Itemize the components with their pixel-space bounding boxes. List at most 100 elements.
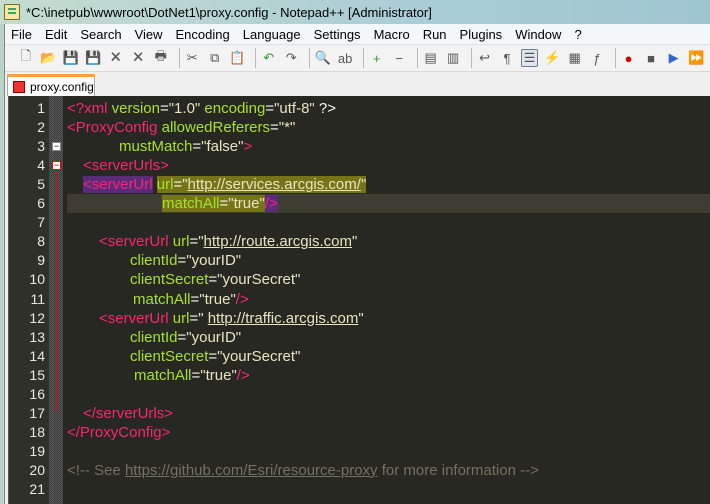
print-icon[interactable]: 🖶 <box>152 48 170 67</box>
tag-token: </serverUrls> <box>83 404 174 422</box>
fold-collapse-icon[interactable]: − <box>52 142 61 152</box>
show-all-chars-icon[interactable]: ¶ <box>498 49 516 67</box>
code-line: <serverUrls> <box>67 156 710 175</box>
attr-token: clientId <box>130 252 178 270</box>
line-number: 19 <box>29 442 45 459</box>
cut-icon[interactable]: ✂ <box>183 49 201 67</box>
tag-token: /> <box>264 195 278 213</box>
new-icon[interactable]: 🗋 <box>17 48 35 67</box>
menu-edit[interactable]: Edit <box>45 27 67 42</box>
line-number: 15 <box>29 366 45 383</box>
code-line: <serverUrl url="http://services.arcgis.c… <box>67 175 710 194</box>
doc-map-icon[interactable]: ▦ <box>566 49 584 67</box>
tab-proxy-config[interactable]: proxy.config <box>7 74 95 96</box>
zoom-out-icon[interactable]: − <box>390 49 408 67</box>
code-line: <serverUrl url="http://route.arcgis.com" <box>67 232 710 251</box>
menu-file[interactable]: File <box>11 27 32 42</box>
punct-token: = <box>190 290 200 308</box>
menu-search[interactable]: Search <box>80 27 121 42</box>
sync-vertical-icon[interactable]: ▤ <box>422 49 440 67</box>
fold-collapse-icon[interactable]: − <box>52 161 61 171</box>
code-line: <?xml version="1.0" encoding="utf-8" ?> <box>67 99 710 118</box>
stop-record-icon[interactable]: ■ <box>642 49 660 67</box>
attr-token: url <box>168 233 190 251</box>
record-macro-icon[interactable]: ● <box>620 49 638 67</box>
line-number: 4 <box>37 157 45 174</box>
toolbar: 🗋 📂 💾 💾 🗙 🗙 🖶 ✂ ⧉ 📋 ↶ ↷ 🔍 ab + − ▤ ▥ ↩ ¶ ☰ ⚡ ▦ ƒ ● ■ ▶ ⏩ <box>5 45 710 72</box>
save-all-icon[interactable]: 💾 <box>85 49 103 67</box>
punct-token: = <box>219 195 229 213</box>
title-bar: *C:\inetpub\wwwroot\DotNet1\proxy.config… <box>0 0 710 24</box>
play-macro-icon[interactable]: ▶ <box>665 49 683 67</box>
line-number-gutter: 1 2 3 4 5 6 7 8 9 10 11 12 13 14 15 16 17 18 19 20 21 <box>9 96 49 504</box>
find-icon[interactable]: 🔍 <box>314 49 332 67</box>
open-icon[interactable]: 📂 <box>40 49 58 67</box>
notepad-app-icon[interactable] <box>4 4 20 20</box>
menu-help[interactable]: ? <box>574 27 581 42</box>
str-token: "yourSecret" <box>217 271 301 289</box>
punct-token: = <box>265 100 275 117</box>
menu-plugins[interactable]: Plugins <box>460 27 503 42</box>
menu-encoding[interactable]: Encoding <box>176 27 230 42</box>
word-wrap-icon[interactable]: ↩ <box>476 49 494 67</box>
menu-window[interactable]: Window <box>515 27 561 42</box>
close-all-icon[interactable]: 🗙 <box>130 48 148 67</box>
attr-token: allowedReferers <box>157 119 271 137</box>
toolbar-separator <box>470 48 472 68</box>
str-token: "true" <box>200 366 237 384</box>
tag-token: /> <box>235 290 249 308</box>
str-token: "yourID" <box>186 252 242 270</box>
str-token: "yourSecret" <box>217 347 301 365</box>
run-macro-multiple-icon[interactable]: ⏩ <box>687 49 705 67</box>
line-number: 3 <box>37 138 45 155</box>
punct-token: = <box>177 252 187 270</box>
attr-token: mustMatch <box>119 138 193 156</box>
zoom-in-icon[interactable]: + <box>368 49 386 67</box>
sync-horizontal-icon[interactable]: ▥ <box>444 49 462 67</box>
tag-token: <? <box>67 100 85 117</box>
line-number: 2 <box>37 119 45 136</box>
close-icon[interactable]: 🗙 <box>107 48 125 67</box>
code-line: </serverUrls> <box>67 404 710 423</box>
line-number: 10 <box>29 271 45 288</box>
menu-settings[interactable]: Settings <box>314 27 361 42</box>
function-list-icon[interactable]: ƒ <box>588 49 606 67</box>
undo-icon[interactable]: ↶ <box>260 49 278 67</box>
code-line: clientSecret="yourSecret" <box>67 270 710 289</box>
tag-token: <serverUrls> <box>83 157 169 175</box>
save-icon[interactable]: 💾 <box>62 49 80 67</box>
line-number: 7 <box>37 214 45 231</box>
toolbar-separator <box>178 48 180 68</box>
attr-token: matchAll <box>133 290 191 308</box>
url-token[interactable]: http://services.arcgis.com/ <box>187 176 361 194</box>
attr-token: encoding <box>200 100 266 117</box>
tag-token: </ProxyConfig> <box>67 423 171 441</box>
url-token[interactable]: http://traffic.arcgis.com <box>208 310 359 327</box>
udl-icon[interactable]: ⚡ <box>543 49 561 67</box>
redo-icon[interactable]: ↷ <box>282 49 300 67</box>
str-token: "true" <box>199 290 236 308</box>
copy-icon[interactable]: ⧉ <box>206 49 224 67</box>
menu-view[interactable]: View <box>135 27 163 42</box>
replace-icon[interactable]: ab <box>336 49 354 67</box>
tab-label: proxy.config <box>30 79 94 94</box>
code-editor[interactable]: 1 2 3 4 5 6 7 8 9 10 11 12 13 14 15 16 17 18 19 20 21 <?xml … <box>8 96 710 504</box>
punct-token: ?> <box>314 100 337 117</box>
code-line: <serverUrl url=" http://traffic.arcgis.c… <box>67 309 710 328</box>
attr-token: clientId <box>130 328 178 346</box>
attr-token: url <box>156 176 174 194</box>
paste-icon[interactable]: 📋 <box>228 49 246 67</box>
punct-token: = <box>177 328 187 346</box>
menu-run[interactable]: Run <box>423 27 447 42</box>
menu-language[interactable]: Language <box>243 27 301 42</box>
comurl-token[interactable]: https://github.com/Esri/resource-proxy <box>125 462 378 479</box>
indent-guide-icon[interactable]: ☰ <box>520 49 539 67</box>
attr-token: url <box>168 309 190 327</box>
menu-macro[interactable]: Macro <box>374 27 410 42</box>
code-line: matchAll="true"/> <box>67 290 710 309</box>
com-token: for more information --> <box>377 461 539 479</box>
attr-token: version <box>107 100 160 117</box>
url-token[interactable]: http://route.arcgis.com <box>204 233 352 250</box>
